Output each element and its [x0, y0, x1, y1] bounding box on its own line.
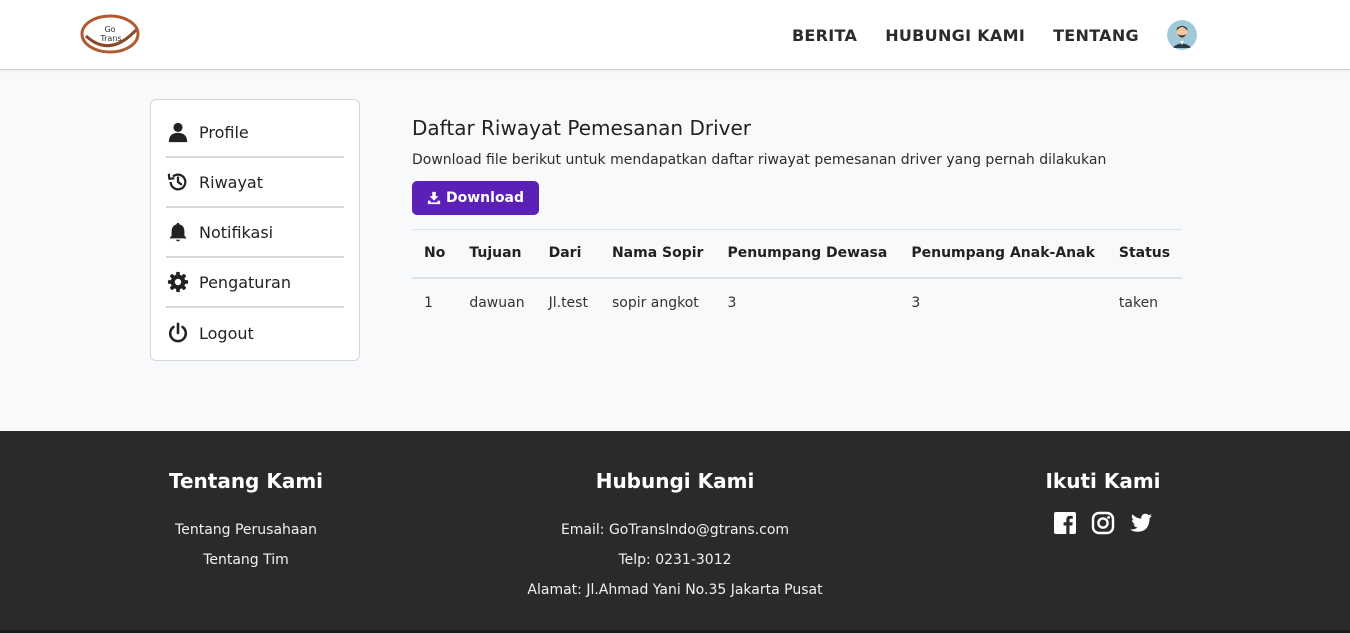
footer-phone: Telp: 0231-3012: [618, 552, 732, 568]
page-title: Daftar Riwayat Pemesanan Driver: [412, 116, 752, 140]
table-cell-status: taken: [1118, 295, 1159, 311]
nav-link-berita[interactable]: BERITA: [792, 26, 857, 45]
column-header: Nama Sopir: [611, 245, 704, 262]
social-icons: [1003, 511, 1203, 535]
bell-icon: [169, 222, 187, 242]
footer-follow-title: Ikuti Kami: [1045, 469, 1161, 493]
sidebar-item-profile[interactable]: Profile: [166, 108, 344, 158]
footer-contact-title: Hubungi Kami: [595, 469, 755, 493]
column-header: Status: [1118, 245, 1171, 262]
page-description: Download file berikut untuk mendapatkan …: [412, 152, 1107, 168]
footer-link-tentang-perusahaan[interactable]: Tentang Perusahaan: [146, 515, 346, 545]
gear-icon: [167, 271, 189, 293]
sidebar-item-label: Notifikasi: [199, 222, 274, 242]
table-cell-penumpang-dewasa: 3: [727, 295, 737, 311]
history-icon: [167, 173, 187, 191]
footer: Tentang Kami Tentang Perusahaan Tentang …: [0, 431, 1350, 633]
column-header: Penumpang Dewasa: [727, 245, 888, 262]
table-header-row: No Tujuan Dari Nama Sopir Penumpang Dewa…: [412, 229, 1183, 278]
table-cell-penumpang-anak: 3: [911, 295, 921, 311]
footer-about-title: Tentang Kami: [168, 469, 324, 493]
footer-about: Tentang Kami Tentang Perusahaan Tentang …: [146, 469, 346, 575]
download-button[interactable]: Download: [412, 181, 540, 215]
sidebar-item-label: Pengaturan: [199, 272, 291, 292]
sidebar-item-label: Logout: [199, 323, 254, 343]
footer-email: Email: GoTransIndo@gtrans.com: [560, 522, 790, 538]
table-cell-nama-sopir: sopir angkot: [611, 295, 699, 311]
sidebar-item-pengaturan[interactable]: Pengaturan: [166, 258, 344, 308]
sidebar-item-riwayat[interactable]: Riwayat: [166, 158, 344, 208]
column-header: Dari: [548, 245, 582, 262]
sidebar-item-label: Profile: [199, 122, 249, 142]
footer-contact: Hubungi Kami Email: GoTransIndo@gtrans.c…: [475, 469, 875, 605]
main-content: Daftar Riwayat Pemesanan Driver Download…: [412, 112, 1183, 328]
nav-links: BERITA HUBUNGI KAMI TENTANG: [764, 0, 1197, 70]
nav-link-hubungi-kami[interactable]: HUBUNGI KAMI: [885, 26, 1025, 45]
column-header: Penumpang Anak-Anak: [911, 245, 1095, 262]
navbar: Go Trans BERITA HUBUNGI KAMI TENTANG: [0, 0, 1350, 70]
twitter-icon[interactable]: [1129, 511, 1153, 535]
column-header: Tujuan: [469, 245, 522, 262]
svg-text:Trans: Trans: [99, 34, 121, 43]
gotrans-logo[interactable]: Go Trans: [80, 14, 140, 54]
power-icon: [168, 322, 188, 343]
sidebar-item-label: Riwayat: [199, 172, 263, 192]
sidebar-menu: Profile Riwayat Notifikasi Pengaturan Lo…: [150, 99, 360, 361]
download-icon: [427, 191, 441, 205]
history-table: No Tujuan Dari Nama Sopir Penumpang Dewa…: [412, 229, 1183, 328]
user-icon: [168, 122, 188, 143]
facebook-icon[interactable]: [1053, 511, 1077, 535]
instagram-icon[interactable]: [1091, 511, 1115, 535]
user-avatar-icon[interactable]: [1167, 20, 1197, 50]
sidebar-item-logout[interactable]: Logout: [166, 308, 344, 358]
column-header: No: [424, 245, 446, 262]
table-cell-tujuan: dawuan: [469, 295, 525, 311]
table-cell-no: 1: [424, 295, 433, 311]
footer-link-tentang-tim[interactable]: Tentang Tim: [146, 545, 346, 575]
svg-text:Go: Go: [104, 25, 115, 34]
table-cell-dari: Jl.test: [548, 295, 588, 311]
footer-follow: Ikuti Kami: [1003, 469, 1203, 535]
nav-link-tentang[interactable]: TENTANG: [1053, 26, 1139, 45]
download-button-label: Download: [446, 190, 525, 206]
footer-address: Alamat: Jl.Ahmad Yani No.35 Jakarta Pusa…: [527, 582, 823, 598]
sidebar-item-notifikasi[interactable]: Notifikasi: [166, 208, 344, 258]
table-row: 1 dawuan Jl.test sopir angkot 3 3 taken: [412, 278, 1182, 328]
